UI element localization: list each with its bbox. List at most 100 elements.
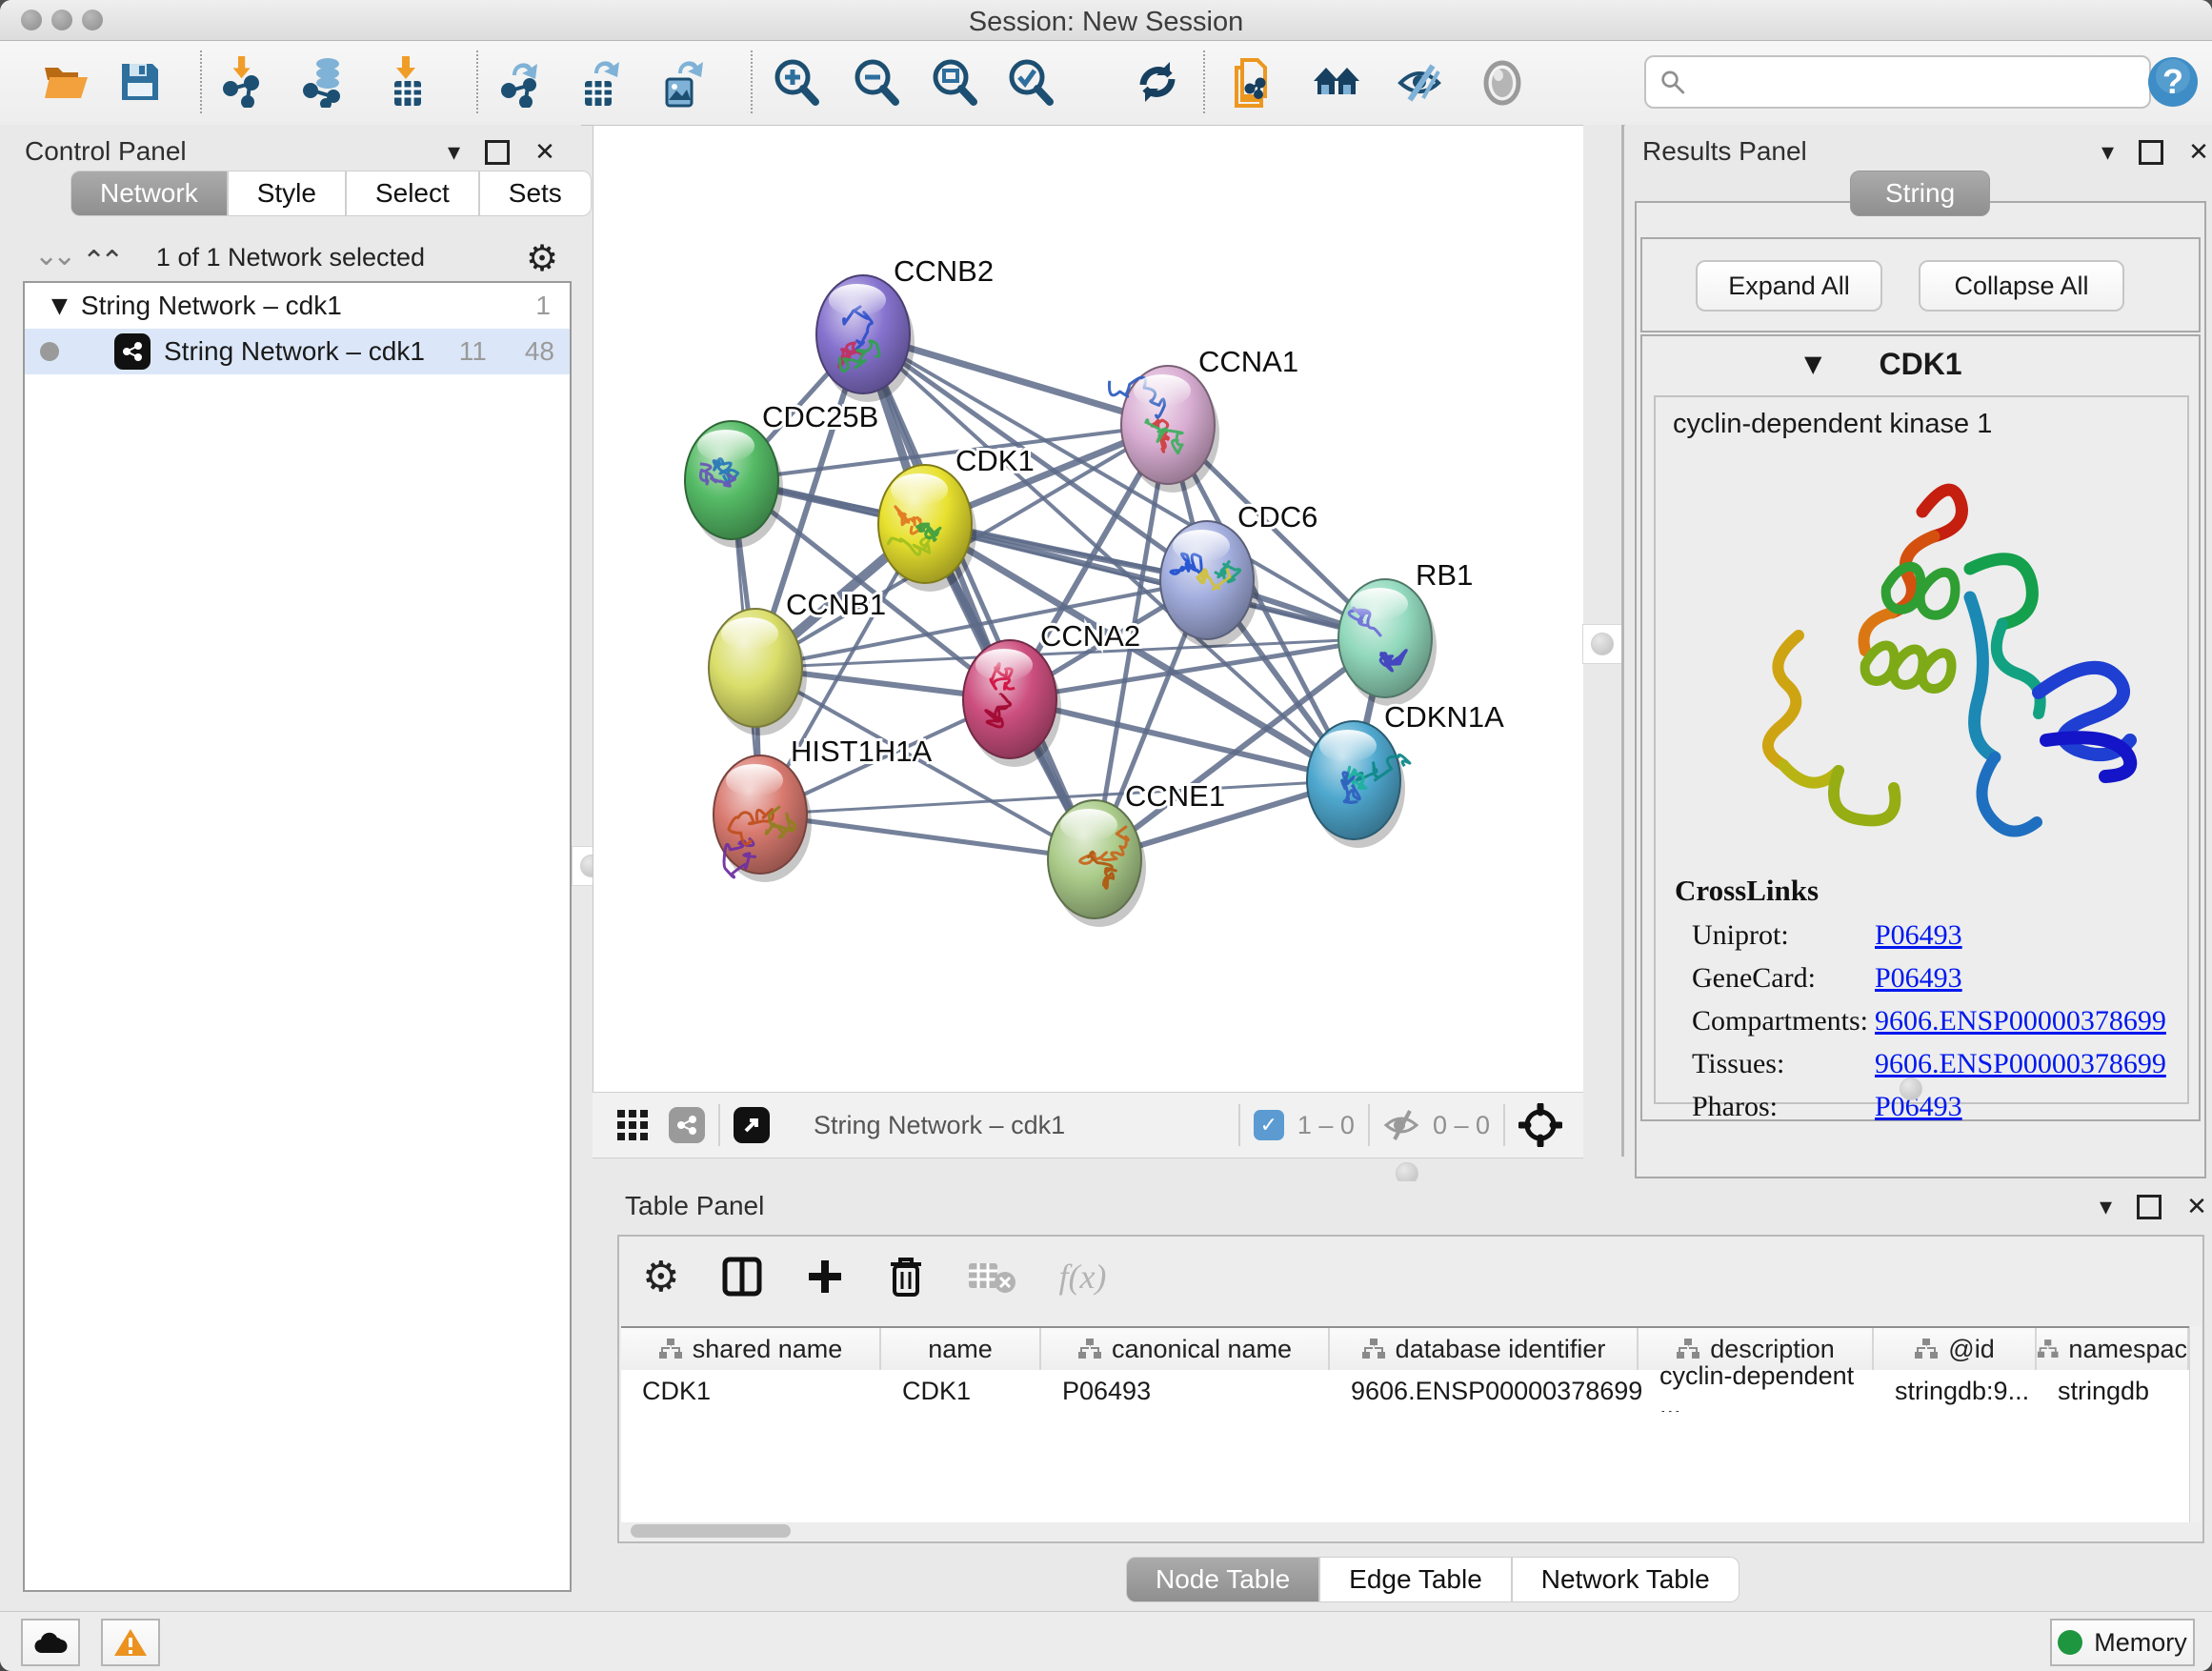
status-bar: Memory bbox=[0, 1611, 2212, 1671]
table-cell[interactable]: CDK1 bbox=[881, 1370, 1041, 1412]
column-header-namespac[interactable]: namespac bbox=[2037, 1328, 2189, 1370]
selected-counter: 1 – 0 bbox=[1297, 1111, 1355, 1140]
zoom-selected-icon[interactable] bbox=[1002, 54, 1057, 110]
table-vertical-scrollbar[interactable] bbox=[2189, 1326, 2202, 1522]
tab-select[interactable]: Select bbox=[346, 171, 479, 216]
crosslink-link[interactable]: 9606.ENSP00000378699 bbox=[1875, 1048, 2166, 1080]
column-header-@id[interactable]: @id bbox=[1874, 1328, 2037, 1370]
network-options-gear-icon[interactable]: ⚙ bbox=[526, 237, 558, 279]
network-edge[interactable] bbox=[863, 334, 1095, 859]
import-network-database-icon[interactable] bbox=[297, 54, 352, 110]
section-expander-icon[interactable]: ▼ bbox=[1804, 351, 1821, 377]
toolbar-separator bbox=[200, 50, 202, 113]
column-header-shared-name[interactable]: shared name bbox=[621, 1328, 881, 1370]
help-icon[interactable]: ? bbox=[2145, 54, 2201, 110]
gene-name: CDK1 bbox=[1879, 347, 1961, 382]
import-table-file-icon[interactable] bbox=[379, 54, 434, 110]
crosslink-link[interactable]: 9606.ENSP00000378699 bbox=[1875, 1005, 2166, 1037]
home-icon[interactable] bbox=[1309, 54, 1364, 110]
results-scroll-knob[interactable] bbox=[1900, 1077, 1922, 1100]
network-node-cdkn1a[interactable]: CDKN1A bbox=[1307, 700, 1504, 848]
network-node-ccne1[interactable]: CCNE1 bbox=[1048, 779, 1225, 927]
memory-button[interactable]: Memory bbox=[2050, 1619, 2195, 1666]
network-canvas[interactable]: CCNB2CCNA1CDC25BCDK1CDC6RB1CCNB1CCNA2CDK… bbox=[593, 125, 1585, 1094]
network-node-rb1[interactable]: RB1 bbox=[1338, 558, 1473, 706]
close-panel-icon[interactable]: ✕ bbox=[2186, 1193, 2207, 1221]
crosslinks-title: CrossLinks bbox=[1675, 874, 1819, 908]
add-column-icon[interactable] bbox=[805, 1257, 845, 1297]
column-header-canonical-name[interactable]: canonical name bbox=[1041, 1328, 1330, 1370]
birdseye-crosshair-icon[interactable] bbox=[1518, 1103, 1562, 1147]
warnings-button[interactable] bbox=[101, 1619, 160, 1666]
network-node-ccnb2[interactable]: CCNB2 bbox=[816, 254, 994, 402]
node-count: 11 bbox=[459, 336, 487, 367]
save-session-icon[interactable] bbox=[112, 54, 168, 110]
tab-network-table[interactable]: Network Table bbox=[1512, 1557, 1739, 1602]
close-panel-icon[interactable]: ✕ bbox=[2188, 138, 2209, 167]
tab-edge-table[interactable]: Edge Table bbox=[1319, 1557, 1512, 1602]
delete-column-trash-icon[interactable] bbox=[887, 1255, 925, 1299]
network-node-hist1h1a[interactable]: HIST1H1A bbox=[714, 735, 932, 882]
show-panel-eye-icon[interactable] bbox=[1475, 54, 1530, 110]
table-cell[interactable]: cyclin-dependent ... bbox=[1639, 1370, 1874, 1412]
export-table-icon[interactable] bbox=[573, 54, 629, 110]
tab-node-table[interactable]: Node Table bbox=[1126, 1557, 1319, 1602]
collapse-all-button[interactable]: Collapse All bbox=[1919, 260, 2124, 312]
panel-menu-chevron-icon[interactable]: ▾ bbox=[2100, 1193, 2112, 1221]
expand-all-button[interactable]: Expand All bbox=[1696, 260, 1882, 312]
table-cell[interactable]: P06493 bbox=[1041, 1370, 1330, 1412]
zoom-in-icon[interactable] bbox=[768, 54, 823, 110]
grid-view-icon[interactable] bbox=[615, 1108, 650, 1142]
crosslink-link[interactable]: P06493 bbox=[1875, 962, 1962, 995]
tree-expander-icon[interactable]: ▼ bbox=[51, 294, 68, 318]
close-panel-icon[interactable]: ✕ bbox=[534, 138, 555, 167]
table-cell[interactable]: stringdb:9... bbox=[1874, 1370, 2037, 1412]
table-options-gear-icon[interactable]: ⚙ bbox=[642, 1253, 679, 1301]
network-collection-label: String Network – cdk1 bbox=[81, 291, 342, 321]
cloud-button[interactable] bbox=[21, 1619, 80, 1666]
crosslink-row: Uniprot:P06493 bbox=[1692, 914, 2178, 956]
crosslink-label: Compartments: bbox=[1692, 1005, 1875, 1037]
network-row-selected[interactable]: String Network – cdk1 11 48 bbox=[25, 329, 570, 374]
open-file-icon[interactable] bbox=[38, 54, 93, 110]
search-input[interactable] bbox=[1696, 67, 2136, 98]
export-network-icon[interactable] bbox=[493, 54, 549, 110]
tab-style[interactable]: Style bbox=[228, 171, 346, 216]
panel-menu-chevron-icon[interactable]: ▾ bbox=[2101, 138, 2114, 167]
zoom-fit-icon[interactable] bbox=[926, 54, 981, 110]
table-cell[interactable]: CDK1 bbox=[621, 1370, 881, 1412]
hide-panels-eye-slash-icon[interactable] bbox=[1393, 54, 1448, 110]
network-from-document-icon[interactable] bbox=[1227, 54, 1282, 110]
right-splitter-handle[interactable] bbox=[1582, 624, 1622, 664]
column-type-icon bbox=[1077, 1338, 1102, 1360]
hidden-eye-slash-icon[interactable] bbox=[1383, 1109, 1419, 1141]
float-panel-icon[interactable] bbox=[485, 140, 510, 165]
table-cell[interactable]: 9606.ENSP00000378699 bbox=[1330, 1370, 1639, 1412]
table-horizontal-scrollbar[interactable] bbox=[631, 1524, 791, 1538]
float-panel-icon[interactable] bbox=[2139, 140, 2163, 165]
tab-string[interactable]: String bbox=[1850, 171, 1990, 216]
zoom-out-icon[interactable] bbox=[848, 54, 903, 110]
export-image-icon[interactable] bbox=[655, 54, 711, 110]
gene-section-header[interactable]: ▼ CDK1 bbox=[1642, 336, 2199, 392]
network-collection-row[interactable]: ▼ String Network – cdk1 1 bbox=[25, 283, 570, 329]
refresh-icon[interactable] bbox=[1130, 54, 1185, 110]
table-cell[interactable]: stringdb bbox=[2037, 1370, 2189, 1412]
column-header-name[interactable]: name bbox=[881, 1328, 1041, 1370]
network-view-share-icon[interactable] bbox=[669, 1107, 705, 1143]
selected-nodes-checkbox-icon[interactable]: ✓ bbox=[1254, 1110, 1284, 1140]
tab-network[interactable]: Network bbox=[70, 171, 228, 216]
panel-menu-chevron-icon[interactable]: ▾ bbox=[448, 138, 460, 167]
open-in-window-icon[interactable] bbox=[734, 1107, 770, 1143]
float-panel-icon[interactable] bbox=[2137, 1195, 2162, 1219]
panel-divider[interactable] bbox=[1621, 125, 1624, 1157]
network-view-toolbar: String Network – cdk1 ✓ 1 – 0 0 – 0 bbox=[593, 1092, 1583, 1158]
show-columns-icon[interactable] bbox=[721, 1256, 763, 1298]
crosslink-link[interactable]: P06493 bbox=[1875, 919, 1962, 952]
tab-sets[interactable]: Sets bbox=[479, 171, 592, 216]
node-label: CCNA2 bbox=[1040, 619, 1140, 653]
network-node-ccna1[interactable]: CCNA1 bbox=[1109, 345, 1298, 493]
column-header-database-identifier[interactable]: database identifier bbox=[1330, 1328, 1639, 1370]
import-network-file-icon[interactable] bbox=[217, 54, 272, 110]
table-data-row[interactable]: CDK1CDK1P064939606.ENSP00000378699cyclin… bbox=[621, 1370, 2189, 1412]
